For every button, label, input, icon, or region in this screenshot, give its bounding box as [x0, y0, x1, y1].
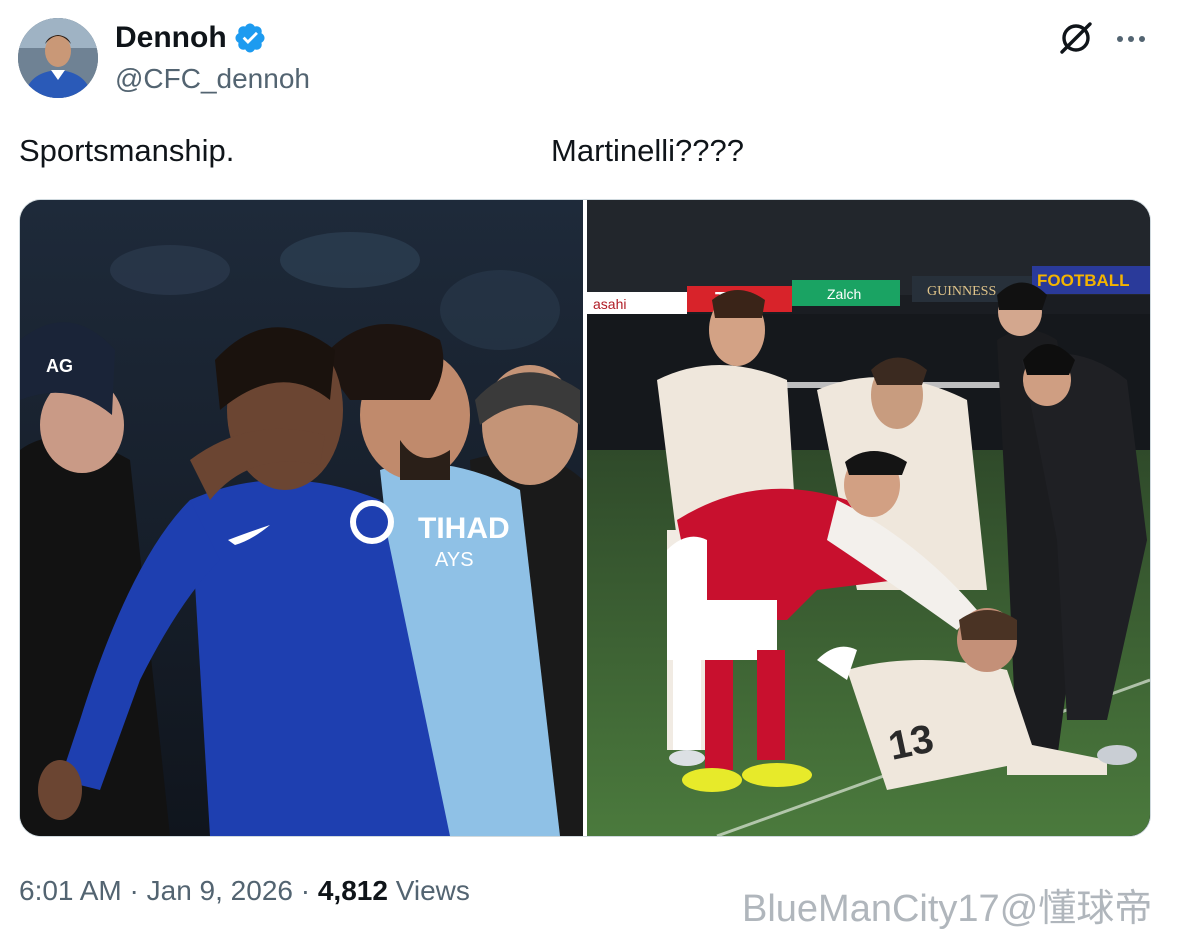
board-zalch: Zalch: [827, 286, 861, 302]
verified-badge-icon: [235, 23, 265, 53]
display-name-row[interactable]: Dennoh: [115, 20, 267, 56]
photo-right-image: asahi TCL Zalch GUINNESS FOOTBALL: [587, 200, 1150, 836]
views-count: 4,812: [317, 875, 388, 906]
photo-left[interactable]: AG TIHAD AYS: [20, 200, 583, 836]
watermark: BlueManCity17@懂球帝: [742, 888, 1153, 930]
media-container[interactable]: AG TIHAD AYS asahi Zalch GUINNESS FOOTBA…: [19, 199, 1151, 837]
meta-separator: ·: [292, 875, 318, 906]
more-button[interactable]: [1113, 22, 1149, 56]
kit-lettering: TIHAD: [418, 512, 510, 545]
tweet-text-right: Martinelli????: [551, 133, 744, 168]
views-label: Views: [387, 875, 470, 906]
tweet-meta: 6:01 AM · Jan 9, 2026 · 4,812 Views: [19, 874, 470, 908]
tweet-time[interactable]: 6:01 AM: [19, 874, 122, 908]
shorts-number: 13: [885, 717, 938, 769]
more-icon: [1117, 36, 1145, 42]
photo-right[interactable]: asahi TCL Zalch GUINNESS FOOTBALL: [587, 200, 1150, 836]
board-guinness: GUINNESS: [927, 284, 996, 299]
grok-button[interactable]: [1056, 18, 1096, 58]
display-name[interactable]: Dennoh: [115, 20, 227, 56]
user-handle[interactable]: @CFC_dennoh: [115, 62, 310, 96]
tweet-date[interactable]: Jan 9, 2026: [147, 874, 293, 908]
kit-lettering-2: AYS: [435, 549, 474, 571]
avatar[interactable]: [18, 18, 98, 98]
tweet-text-left: Sportsmanship.: [19, 133, 235, 168]
avatar-image: [18, 18, 98, 98]
meta-separator: ·: [121, 875, 147, 906]
photo-left-image: AG TIHAD AYS: [20, 200, 583, 836]
board-football: FOOTBALL: [1037, 271, 1130, 290]
grok-icon: [1060, 22, 1092, 54]
hat-lettering: AG: [46, 356, 73, 376]
board-asahi: asahi: [593, 296, 626, 312]
